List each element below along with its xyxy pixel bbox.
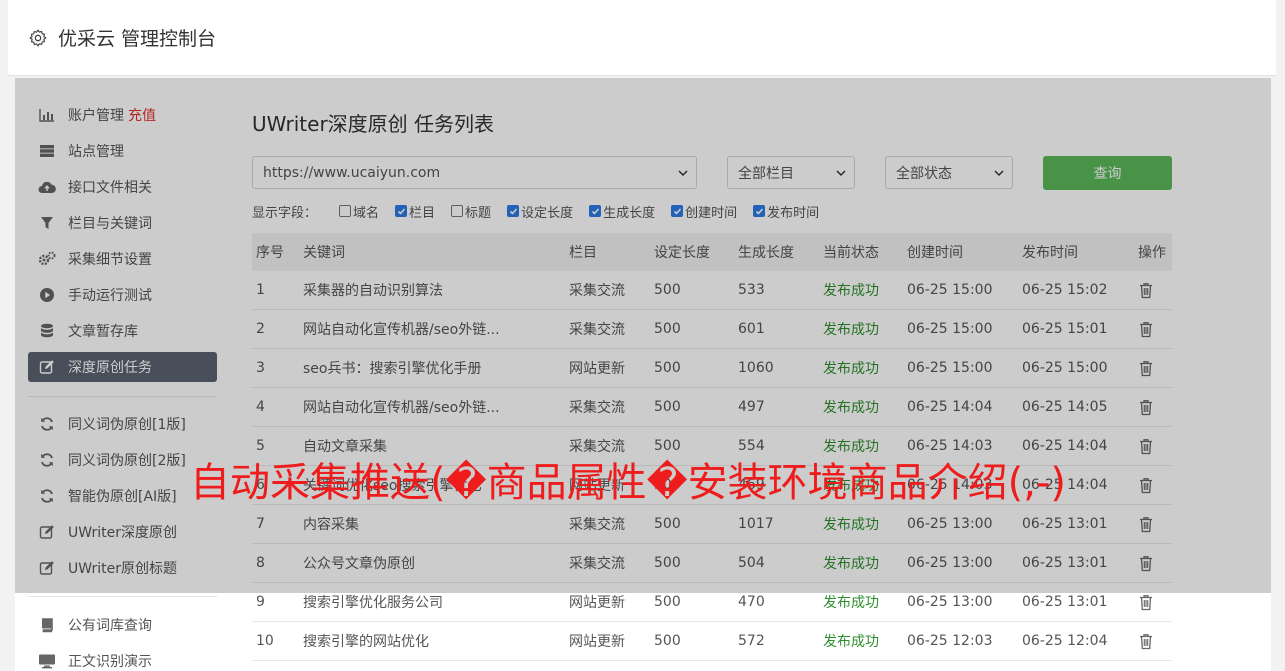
trash-icon xyxy=(1140,633,1152,649)
top-bar: 优采云 管理控制台 xyxy=(8,0,1276,76)
sidebar-item-label: 公有词库查询 xyxy=(68,618,152,634)
dim-overlay xyxy=(15,78,1271,593)
sidebar-divider xyxy=(28,596,217,597)
table-cell: 06-25 12:04 xyxy=(1022,633,1108,649)
table-cell: 572 xyxy=(738,633,765,649)
trash-icon xyxy=(1140,594,1152,610)
table-row: 10 搜索引擎的网站优化 网站更新 500 572 发布成功 06-25 12:03 06-2… xyxy=(252,622,1172,661)
gear-icon xyxy=(29,29,47,47)
table-cell: 500 xyxy=(654,633,681,649)
table-cell: 网站更新 xyxy=(569,634,625,650)
table-cell: 10 xyxy=(256,633,274,649)
delete-button[interactable] xyxy=(1138,622,1172,660)
table-cell: 搜索引擎的网站优化 xyxy=(303,634,429,650)
app-title: 优采云 管理控制台 xyxy=(58,28,217,50)
table-cell: 06-25 12:03 xyxy=(907,633,993,649)
overlay-banner-text: 自动采集推送(�商品属性�安装环境商品介绍(,-) xyxy=(190,460,1066,506)
status-badge: 发布成功 xyxy=(823,634,879,650)
book-icon xyxy=(38,617,56,633)
sidebar-item-text-recognition[interactable]: 正文识别演示 xyxy=(28,646,217,671)
sidebar-item-label: 正文识别演示 xyxy=(68,654,152,670)
monitor-icon xyxy=(38,653,56,669)
sidebar-item-public-lexicon[interactable]: 公有词库查询 xyxy=(28,610,217,640)
